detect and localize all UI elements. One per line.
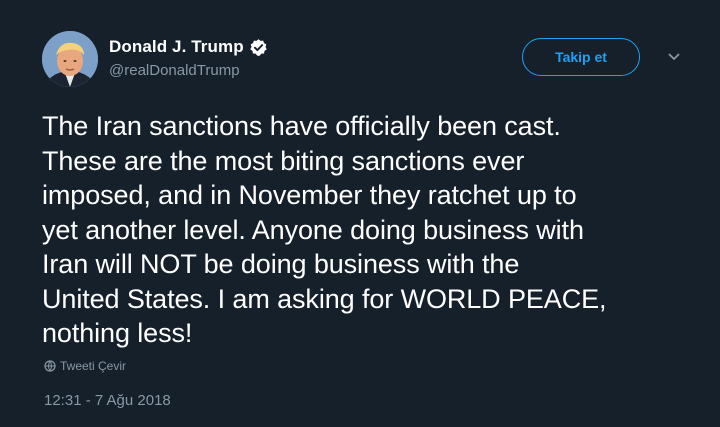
display-name[interactable]: Donald J. Trump <box>109 37 244 57</box>
tweet-text: The Iran sanctions have officially been … <box>42 109 692 351</box>
tweet-text-line: imposed, and in November they ratchet up… <box>42 180 577 210</box>
tweet-text-line: United States. I am asking for WORLD PEA… <box>42 283 607 314</box>
follow-button[interactable]: Takip et <box>522 38 640 76</box>
tweet-text-line: Iran will NOT be doing business with the <box>42 249 520 279</box>
tweet-timestamp[interactable]: 12:31 - 7 Ağu 2018 <box>44 392 171 409</box>
tweet-card: Donald J. Trump @realDonaldTrump Takip e… <box>0 0 720 427</box>
chevron-down-icon[interactable] <box>666 49 682 65</box>
translate-tweet-link[interactable]: Tweeti Çevir <box>44 359 126 373</box>
user-names: Donald J. Trump @realDonaldTrump <box>109 36 268 79</box>
translate-label: Tweeti Çevir <box>60 359 127 373</box>
tweet-header: Donald J. Trump @realDonaldTrump Takip e… <box>42 31 682 91</box>
tweet-text-line: yet another level. Anyone doing business… <box>42 214 584 245</box>
tweet-text-line: nothing less! <box>42 318 193 348</box>
tweet-text-line: The Iran sanctions have officially been … <box>42 111 561 141</box>
tweet-text-line: These are the most biting sanctions ever <box>42 145 525 176</box>
user-handle[interactable]: @realDonaldTrump <box>109 62 268 79</box>
verified-badge-icon <box>249 38 268 57</box>
display-name-row: Donald J. Trump <box>109 36 268 58</box>
avatar[interactable] <box>42 31 98 87</box>
globe-icon <box>44 360 56 372</box>
